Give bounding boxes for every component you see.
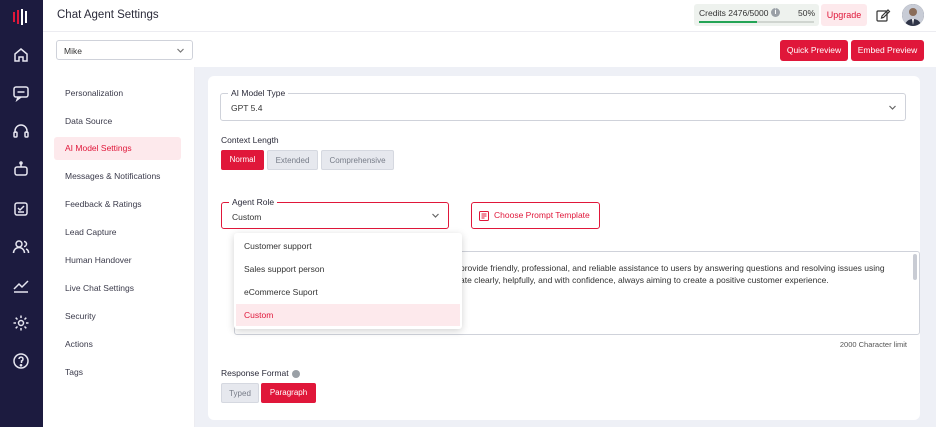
credits-meter: Credits 2476/5000 i 50% xyxy=(694,4,819,26)
quick-preview-button[interactable]: Quick Preview xyxy=(780,40,848,61)
sidebar-item-tags[interactable]: Tags xyxy=(54,361,181,384)
upgrade-button[interactable]: Upgrade xyxy=(821,4,867,26)
agent-role-label: Agent Role xyxy=(229,197,278,207)
inbox-icon[interactable] xyxy=(12,200,30,218)
embed-preview-button[interactable]: Embed Preview xyxy=(851,40,924,61)
agent-role-option-customer-support[interactable]: Customer support xyxy=(236,235,460,257)
response-typed-option[interactable]: Typed xyxy=(221,383,259,403)
credits-progress-track xyxy=(699,21,814,23)
credits-label: Credits 2476/5000 xyxy=(699,8,769,18)
settings-icon[interactable] xyxy=(12,314,30,332)
sidebar-item-personalization[interactable]: Personalization xyxy=(54,82,181,105)
icon-rail xyxy=(0,0,43,427)
context-extended-option[interactable]: Extended xyxy=(267,150,318,170)
info-icon[interactable]: i xyxy=(771,8,780,17)
sidebar-item-lead-capture[interactable]: Lead Capture xyxy=(54,221,181,244)
sidebar-item-live-chat-settings[interactable]: Live Chat Settings xyxy=(54,277,181,300)
character-limit: 2000 Character limit xyxy=(839,340,907,349)
settings-sidebar: Personalization Data Source AI Model Set… xyxy=(43,67,195,427)
agent-role-option-ecommerce-support[interactable]: eCommerce Suport xyxy=(236,281,460,303)
sidebar-item-ai-model-settings[interactable]: AI Model Settings xyxy=(54,137,181,160)
avatar[interactable] xyxy=(902,4,924,26)
chevron-down-icon xyxy=(889,105,896,110)
agent-role-dropdown: Customer support Sales support person eC… xyxy=(234,233,462,329)
agent-role-value: Custom xyxy=(232,212,262,222)
choose-prompt-template-label: Choose Prompt Template xyxy=(494,210,590,220)
home-icon[interactable] xyxy=(12,46,30,64)
sidebar-item-security[interactable]: Security xyxy=(54,305,181,328)
context-length-label: Context Length xyxy=(221,135,279,145)
sidebar-item-messages-notifications[interactable]: Messages & Notifications xyxy=(54,165,181,188)
response-format-label-text: Response Format xyxy=(221,368,289,378)
context-comprehensive-option[interactable]: Comprehensive xyxy=(321,150,394,170)
agent-role-select[interactable]: Agent Role Custom xyxy=(221,197,449,229)
ai-model-label: AI Model Type xyxy=(228,88,289,98)
textarea-scrollbar[interactable] xyxy=(913,254,917,280)
toolbar: Mike Quick Preview Embed Preview xyxy=(43,32,936,67)
response-paragraph-option[interactable]: Paragraph xyxy=(261,383,316,403)
page-title: Chat Agent Settings xyxy=(57,9,159,21)
info-icon[interactable] xyxy=(291,369,300,378)
agent-select-value: Mike xyxy=(64,46,82,56)
top-bar: Chat Agent Settings Credits 2476/5000 i … xyxy=(43,0,936,32)
credits-progress-fill xyxy=(699,21,757,23)
settings-card: AI Model Type GPT 5.4 Context Length Nor… xyxy=(208,76,920,420)
chevron-down-icon xyxy=(177,48,184,53)
brand-logo-icon xyxy=(13,9,27,25)
chevron-down-icon xyxy=(432,213,439,218)
sidebar-item-human-handover[interactable]: Human Handover xyxy=(54,249,181,272)
credits-percent: 50% xyxy=(797,8,815,18)
chat-icon[interactable] xyxy=(12,84,30,102)
headset-icon[interactable] xyxy=(12,122,30,140)
sidebar-item-actions[interactable]: Actions xyxy=(54,333,181,356)
ai-model-select[interactable]: AI Model Type GPT 5.4 xyxy=(220,88,906,121)
response-format-label: Response Format xyxy=(221,368,300,378)
edit-icon[interactable] xyxy=(875,7,891,23)
agent-select[interactable]: Mike xyxy=(56,40,193,60)
ai-model-value: GPT 5.4 xyxy=(231,103,263,113)
help-icon[interactable] xyxy=(12,352,30,370)
main-content: AI Model Type GPT 5.4 Context Length Nor… xyxy=(195,67,936,427)
bot-icon[interactable] xyxy=(12,160,30,178)
context-normal-option[interactable]: Normal xyxy=(221,150,264,170)
sidebar-item-feedback-ratings[interactable]: Feedback & Ratings xyxy=(54,193,181,216)
agent-role-option-custom[interactable]: Custom xyxy=(236,304,460,326)
users-icon[interactable] xyxy=(12,238,30,256)
agent-role-option-sales-support[interactable]: Sales support person xyxy=(236,258,460,280)
template-icon xyxy=(479,211,489,221)
sidebar-item-data-source[interactable]: Data Source xyxy=(54,110,181,133)
choose-prompt-template-button[interactable]: Choose Prompt Template xyxy=(471,202,600,229)
analytics-icon[interactable] xyxy=(12,276,30,294)
